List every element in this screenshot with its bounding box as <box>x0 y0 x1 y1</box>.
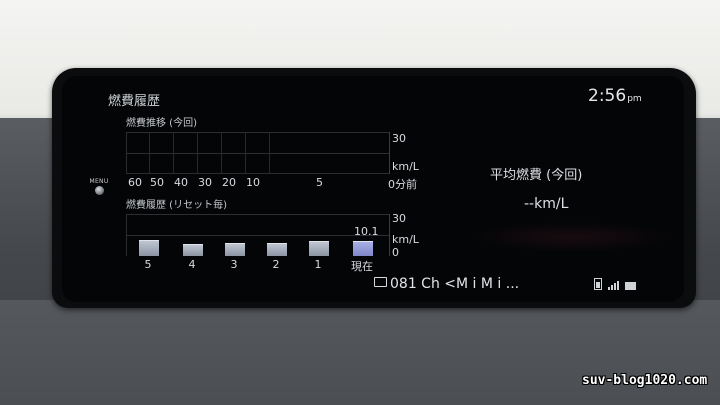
trend-x-tick: 0分前 <box>388 178 417 191</box>
audio-source-status[interactable]: 081 Ch <M i M i ... <box>374 276 519 292</box>
history-bar <box>353 241 373 256</box>
battery-icon <box>594 278 602 290</box>
history-current-value: 10.1 <box>354 225 379 238</box>
history-x-label: 1 <box>314 258 322 271</box>
trend-chart-area <box>126 132 390 174</box>
signal-icon <box>608 281 619 290</box>
history-x-label: 4 <box>188 258 196 271</box>
trend-unit: km/L <box>392 160 419 173</box>
trend-label: 燃費推移 (今回) <box>126 118 197 129</box>
message-icon <box>625 282 636 290</box>
gridline <box>269 132 270 174</box>
menu-label: MENU <box>89 178 109 185</box>
clock-time: 2:56 <box>588 86 627 106</box>
dashboard-lower <box>0 300 720 405</box>
history-bar <box>309 241 329 256</box>
history-x-label: 2 <box>272 258 280 271</box>
gridline <box>127 153 389 154</box>
status-icons <box>594 278 636 290</box>
screen-glare <box>472 222 672 252</box>
gridline <box>221 132 222 174</box>
gridline <box>245 132 246 174</box>
gridline <box>127 173 389 174</box>
history-x-label: 3 <box>230 258 238 271</box>
history-x-label: 5 <box>144 258 152 271</box>
gridline <box>127 235 389 236</box>
trend-x-tick: 50 <box>150 176 164 189</box>
history-label: 燃費履歴 (リセット毎) <box>126 200 227 211</box>
trend-x-tick: 40 <box>174 176 188 189</box>
average-value: --km/L <box>524 196 569 212</box>
trend-x-tick: 20 <box>222 176 236 189</box>
trend-ymax: 30 <box>392 132 406 145</box>
history-bar <box>225 243 245 256</box>
menu-knob-icon <box>94 186 104 195</box>
gridline <box>173 132 174 174</box>
history-chart-area <box>126 214 390 256</box>
trend-x-tick: 5 <box>316 176 323 189</box>
tv-icon <box>374 277 387 287</box>
history-unit: km/L <box>392 233 419 246</box>
history-ymax: 30 <box>392 212 406 225</box>
watermark: suv-blog1020.com <box>582 373 708 388</box>
trend-x-tick: 10 <box>246 176 260 189</box>
clock-ampm: pm <box>627 94 642 104</box>
gridline <box>127 132 389 133</box>
history-bar <box>267 243 287 256</box>
history-bar <box>139 240 159 256</box>
trend-x-tick: 60 <box>128 176 142 189</box>
page-title: 燃費履歴 <box>108 94 161 109</box>
gridline <box>127 214 389 215</box>
trend-x-tick: 30 <box>198 176 212 189</box>
clock: 2:56pm <box>588 86 642 106</box>
history-x-label: 現在 <box>351 260 373 273</box>
history-bar <box>183 244 203 256</box>
history-ymin: 0 <box>392 246 399 259</box>
menu-button[interactable]: MENU <box>88 178 110 195</box>
infotainment-screen: 燃費履歴 2:56pm MENU 燃費推移 (今回) 30 km/L 燃費履歴 … <box>62 76 684 302</box>
average-label: 平均燃費 (今回) <box>490 168 583 183</box>
gridline <box>197 132 198 174</box>
audio-source-text: 081 Ch <M i M i ... <box>390 276 520 292</box>
gridline <box>149 132 150 174</box>
